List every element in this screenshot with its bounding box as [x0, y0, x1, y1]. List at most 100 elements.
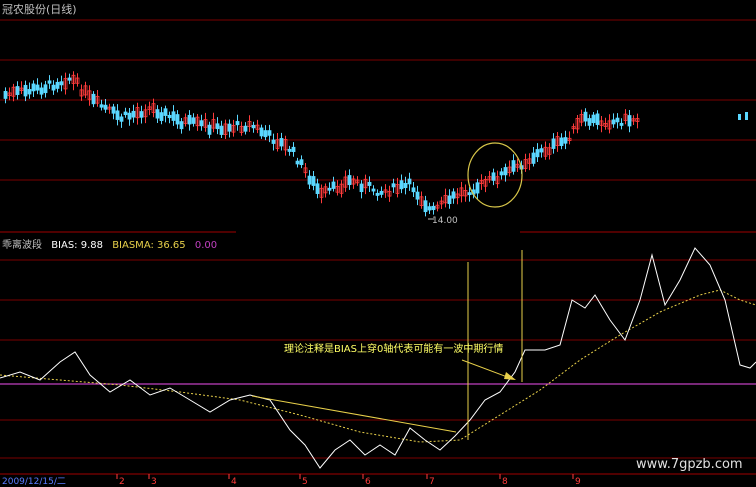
- candle-body-8: [35, 84, 40, 91]
- site-watermark: www.7gpzb.com: [636, 457, 743, 472]
- candle-body-101: [407, 178, 412, 185]
- candle-body-148: [595, 113, 600, 125]
- candle-body-145: [583, 111, 588, 122]
- candle-body-102: [411, 187, 416, 193]
- candle-body-13: [55, 81, 60, 89]
- candle-body-5: [23, 84, 28, 97]
- month-label-3: 5: [302, 477, 308, 487]
- candle-body-49: [199, 120, 204, 127]
- candle-body-107: [431, 205, 436, 211]
- candle-body-39: [159, 112, 164, 121]
- time-axis-start-date: 2009/12/15/二: [2, 477, 66, 487]
- candle-body-46: [187, 114, 192, 125]
- candlestick-series[interactable]: [3, 71, 748, 217]
- candle-body-58: [235, 121, 240, 126]
- indicator-header: 乖离波段 BIAS: 9.88 BIASMA: 36.65 0.00: [2, 236, 223, 251]
- candle-body-133: [535, 149, 540, 158]
- candle-body-69: [279, 138, 284, 147]
- indicator-name: 乖离波段: [2, 240, 42, 251]
- candle-body-7: [31, 83, 36, 92]
- candle-body-3: [15, 86, 20, 95]
- candle-body-153: [615, 117, 620, 123]
- candle-body-9: [39, 87, 44, 95]
- candle-body-44: [179, 121, 184, 130]
- candle-body-62: [251, 124, 256, 129]
- trend-line: [251, 395, 457, 433]
- candle-body-127: [511, 160, 516, 172]
- candle-body-32: [131, 110, 136, 118]
- biasma-value: BIASMA: 36.65: [112, 240, 186, 251]
- candle-body-103: [415, 191, 420, 200]
- annotation-arrow: [461, 359, 511, 379]
- candle-body-146: [587, 118, 592, 126]
- price-grid: [0, 19, 756, 181]
- candle-body-74: [299, 159, 304, 166]
- month-ticks: 2 3 4 5 6 7 8 9: [116, 474, 581, 487]
- candle-body-41: [167, 114, 172, 119]
- candle-body-51: [207, 124, 212, 135]
- candle-body-92: [371, 188, 376, 192]
- candle-body-134: [539, 148, 544, 153]
- bias-line[interactable]: [0, 247, 756, 469]
- month-label-0: 2: [119, 477, 125, 487]
- candle-body-100: [403, 182, 408, 189]
- candle-body-67: [271, 139, 276, 144]
- candle-body-25: [103, 104, 108, 110]
- candle-body-86: [347, 175, 352, 186]
- candle-body-73: [295, 160, 300, 165]
- low-price-label: 14.00: [432, 216, 458, 226]
- candle-body-116: [467, 192, 472, 196]
- candle-body-94: [379, 190, 384, 195]
- candle-body-76: [307, 175, 312, 185]
- candle-body-64: [259, 127, 264, 137]
- candle-body-12: [51, 84, 56, 91]
- candle-body-105: [423, 200, 428, 213]
- candle-body-77: [311, 176, 316, 186]
- candle-body-22: [91, 93, 96, 105]
- candle-body-81: [327, 187, 332, 191]
- candle-body-122: [491, 172, 496, 181]
- candle-body-65: [263, 130, 268, 138]
- candle-edge-2: [745, 112, 748, 120]
- candle-body-27: [111, 106, 116, 114]
- candle-body-82: [331, 181, 336, 189]
- candle-body-40: [163, 108, 168, 116]
- candle-body-72: [291, 146, 296, 153]
- candle-body-56: [227, 123, 232, 132]
- candle-body-112: [451, 191, 456, 199]
- candle-body-125: [503, 167, 508, 176]
- candle-body-0: [3, 90, 8, 99]
- month-label-5: 7: [429, 477, 435, 487]
- candle-body-6: [27, 89, 32, 95]
- candle-body-14: [59, 81, 64, 86]
- candle-body-43: [175, 114, 180, 125]
- month-label-4: 6: [365, 477, 371, 487]
- candle-body-71: [287, 148, 292, 152]
- candle-body-132: [531, 152, 536, 164]
- candle-body-93: [375, 192, 380, 196]
- candle-body-99: [399, 180, 404, 190]
- candle-body-140: [563, 137, 568, 144]
- candle-body-137: [551, 138, 556, 149]
- candle-body-89: [359, 183, 364, 193]
- candle-body-60: [243, 125, 248, 132]
- candle-body-139: [559, 137, 564, 146]
- biasma-line[interactable]: [0, 289, 756, 443]
- month-label-6: 8: [502, 477, 508, 487]
- candle-body-53: [215, 123, 220, 130]
- month-label-7: 9: [575, 477, 581, 487]
- month-label-1: 3: [151, 477, 157, 487]
- candle-body-47: [191, 117, 196, 124]
- candle-body-111: [447, 195, 452, 205]
- candle-body-38: [155, 109, 160, 119]
- candle-body-28: [115, 110, 120, 120]
- candle-body-31: [127, 112, 132, 120]
- candle-body-24: [99, 104, 104, 108]
- candle-body-97: [391, 183, 396, 188]
- candle-body-54: [219, 125, 224, 135]
- candle-body-10: [43, 84, 48, 94]
- candle-body-30: [123, 111, 128, 116]
- annotation-text: 理论注释是BIAS上穿0轴代表可能有一波中期行情: [284, 342, 503, 355]
- candle-body-124: [499, 171, 504, 176]
- candle-body-106: [427, 206, 432, 211]
